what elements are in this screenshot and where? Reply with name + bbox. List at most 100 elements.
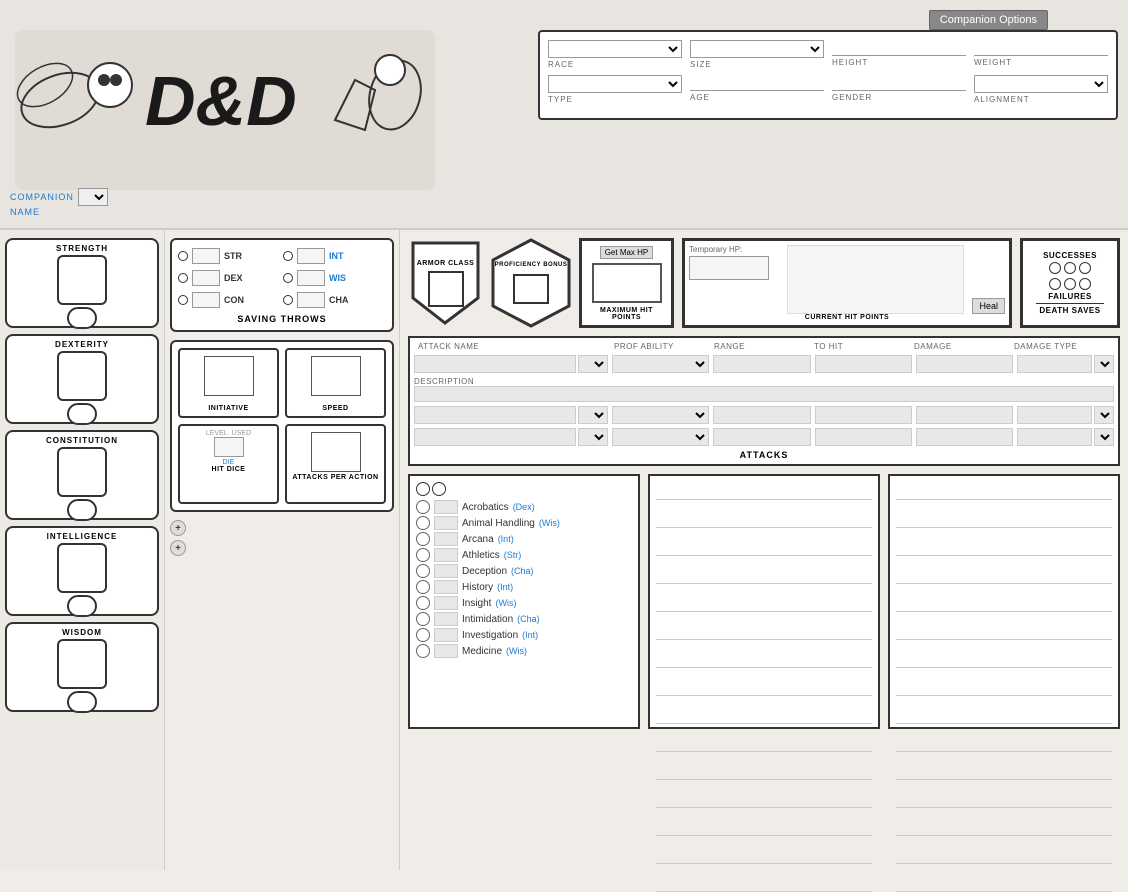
notes-line-2[interactable]: [656, 514, 872, 528]
attack-name-select-3[interactable]: [578, 428, 608, 446]
attacks-per-action-value[interactable]: [311, 432, 361, 472]
add-combat-btn-1[interactable]: +: [170, 520, 186, 536]
notes-line-6[interactable]: [656, 626, 872, 640]
get-max-hp-button[interactable]: Get Max HP: [600, 246, 654, 259]
dex-save-value[interactable]: [192, 270, 220, 286]
deception-value[interactable]: [434, 564, 458, 578]
cha-save-value[interactable]: [297, 292, 325, 308]
notes-line-13[interactable]: [656, 822, 872, 836]
strength-value[interactable]: [57, 255, 107, 305]
damage-type-select-3[interactable]: [1094, 428, 1114, 446]
notes-line-3[interactable]: [656, 542, 872, 556]
notes-line-12[interactable]: [656, 794, 872, 808]
investigation-circle[interactable]: [416, 628, 430, 642]
attack-name-input-2[interactable]: [414, 406, 576, 424]
current-hp-value[interactable]: [787, 245, 964, 314]
attack-name-input-1[interactable]: [414, 355, 576, 373]
failure-circle-3[interactable]: [1079, 278, 1091, 290]
arcana-value[interactable]: [434, 532, 458, 546]
success-circle-1[interactable]: [1049, 262, 1061, 274]
notes-line-23[interactable]: [896, 682, 1112, 696]
notes-line-20[interactable]: [896, 598, 1112, 612]
hit-dice-level-input[interactable]: [214, 437, 244, 457]
notes-line-8[interactable]: [656, 682, 872, 696]
prof-ability-select-1[interactable]: [612, 355, 709, 373]
history-value[interactable]: [434, 580, 458, 594]
damage-input-1[interactable]: [916, 355, 1013, 373]
range-input-1[interactable]: [713, 355, 810, 373]
notes-line-14[interactable]: [656, 850, 872, 864]
notes-line-28[interactable]: [896, 822, 1112, 836]
notes-line-19[interactable]: [896, 570, 1112, 584]
range-input-3[interactable]: [713, 428, 810, 446]
notes-line-7[interactable]: [656, 654, 872, 668]
animal-handling-value[interactable]: [434, 516, 458, 530]
intelligence-modifier[interactable]: [67, 595, 97, 617]
attack-name-select-1[interactable]: [578, 355, 608, 373]
to-hit-input-1[interactable]: [815, 355, 912, 373]
notes-line-29[interactable]: [896, 850, 1112, 864]
damage-input-2[interactable]: [916, 406, 1013, 424]
damage-type-select-1[interactable]: [1094, 355, 1114, 373]
constitution-modifier[interactable]: [67, 499, 97, 521]
notes-line-5[interactable]: [656, 598, 872, 612]
con-save-value[interactable]: [192, 292, 220, 308]
wis-save-value[interactable]: [297, 270, 325, 286]
medicine-value[interactable]: [434, 644, 458, 658]
con-save-circle[interactable]: [178, 295, 188, 305]
medicine-circle[interactable]: [416, 644, 430, 658]
companion-name-select[interactable]: [78, 188, 108, 206]
insight-value[interactable]: [434, 596, 458, 610]
notes-line-1[interactable]: [656, 486, 872, 500]
investigation-value[interactable]: [434, 628, 458, 642]
acrobatics-circle[interactable]: [416, 500, 430, 514]
notes-line-18[interactable]: [896, 542, 1112, 556]
intimidation-value[interactable]: [434, 612, 458, 626]
notes-line-26[interactable]: [896, 766, 1112, 780]
temp-hp-input[interactable]: [689, 256, 769, 280]
insight-circle[interactable]: [416, 596, 430, 610]
attack-name-input-3[interactable]: [414, 428, 576, 446]
damage-type-select-2[interactable]: [1094, 406, 1114, 424]
type-select[interactable]: [548, 75, 682, 93]
notes-line-9[interactable]: [656, 710, 872, 724]
notes-line-30[interactable]: [896, 878, 1112, 892]
alignment-select[interactable]: [974, 75, 1108, 93]
history-circle[interactable]: [416, 580, 430, 594]
race-select[interactable]: [548, 40, 682, 58]
notes-line-15[interactable]: [656, 878, 872, 892]
str-save-circle[interactable]: [178, 251, 188, 261]
notes-line-16[interactable]: [896, 486, 1112, 500]
to-hit-input-2[interactable]: [815, 406, 912, 424]
notes-line-24[interactable]: [896, 710, 1112, 724]
heal-button[interactable]: Heal: [972, 298, 1005, 314]
int-save-circle[interactable]: [283, 251, 293, 261]
success-circle-2[interactable]: [1064, 262, 1076, 274]
notes-line-10[interactable]: [656, 738, 872, 752]
notes-line-11[interactable]: [656, 766, 872, 780]
constitution-value[interactable]: [57, 447, 107, 497]
companion-options-button[interactable]: Companion Options: [929, 10, 1048, 30]
damage-input-3[interactable]: [916, 428, 1013, 446]
description-input-1[interactable]: [414, 386, 1114, 402]
attack-name-select-2[interactable]: [578, 406, 608, 424]
height-input[interactable]: [832, 43, 966, 56]
dex-save-circle[interactable]: [178, 273, 188, 283]
notes-line-27[interactable]: [896, 794, 1112, 808]
intimidation-circle[interactable]: [416, 612, 430, 626]
damage-type-input-3[interactable]: [1017, 428, 1092, 446]
animal-handling-circle[interactable]: [416, 516, 430, 530]
armor-class-value[interactable]: [428, 271, 464, 307]
add-combat-btn-2[interactable]: +: [170, 540, 186, 556]
failure-circle-2[interactable]: [1064, 278, 1076, 290]
failure-circle-1[interactable]: [1049, 278, 1061, 290]
deception-circle[interactable]: [416, 564, 430, 578]
notes-line-21[interactable]: [896, 626, 1112, 640]
notes-line-4[interactable]: [656, 570, 872, 584]
athletics-value[interactable]: [434, 548, 458, 562]
int-save-value[interactable]: [297, 248, 325, 264]
success-circle-3[interactable]: [1079, 262, 1091, 274]
wis-save-circle[interactable]: [283, 273, 293, 283]
str-save-value[interactable]: [192, 248, 220, 264]
age-input[interactable]: [690, 78, 824, 91]
